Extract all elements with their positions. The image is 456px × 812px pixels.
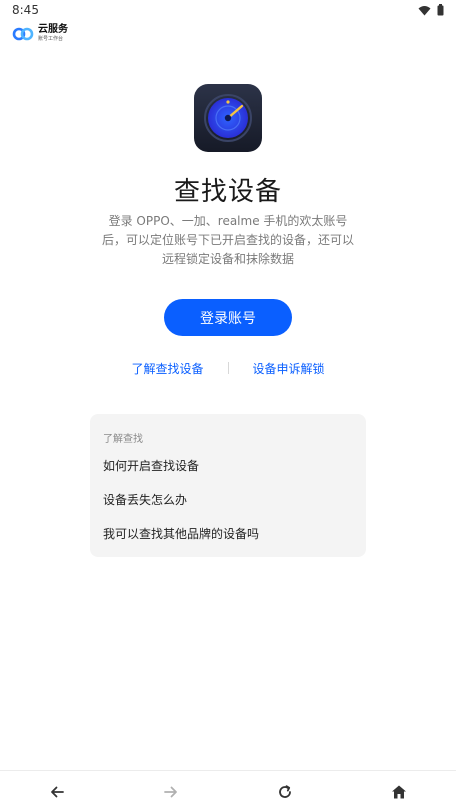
bottom-nav (0, 770, 456, 812)
page-title: 查找设备 (173, 177, 282, 207)
faq-heading: 了解查找 (103, 434, 143, 445)
faq-item-device-lost[interactable]: 设备丢失怎么办 (103, 493, 353, 527)
home-icon (392, 785, 406, 798)
page-description: 登录 OPPO、一加、realme 手机的欢太账号后，可以定位账号下已开启查找的… (101, 214, 354, 266)
refresh-icon (279, 784, 291, 798)
app-brand: 云服务 账号工作台 (12, 24, 68, 42)
learn-find-device-link[interactable]: 了解查找设备 (131, 360, 203, 377)
refresh-button[interactable] (265, 772, 305, 812)
find-device-radar-icon (194, 84, 262, 152)
faq-card: 了解查找 如何开启查找设备 设备丢失怎么办 我可以查找其他品牌的设备吗 (90, 414, 366, 557)
status-time: 8:45 (12, 3, 39, 17)
links-divider (227, 362, 229, 374)
status-bar: 8:45 (0, 0, 456, 20)
forward-button[interactable] (151, 772, 191, 812)
cloud-infinity-logo-icon (12, 27, 34, 41)
back-button[interactable] (37, 772, 77, 812)
home-button[interactable] (379, 772, 419, 812)
device-appeal-unlock-link[interactable]: 设备申诉解锁 (253, 360, 325, 377)
faq-item-other-brands[interactable]: 我可以查找其他品牌的设备吗 (103, 527, 353, 561)
battery-icon (437, 4, 444, 16)
status-icons (418, 4, 444, 16)
help-links: 了解查找设备 设备申诉解锁 (0, 359, 456, 377)
faq-item-enable-find[interactable]: 如何开启查找设备 (103, 459, 353, 493)
forward-arrow-icon (164, 786, 177, 797)
wifi-icon (418, 5, 431, 15)
back-arrow-icon (51, 786, 64, 797)
brand-subtitle: 账号工作台 (38, 35, 64, 42)
brand-name: 云服务 (38, 23, 68, 35)
login-button[interactable]: 登录账号 (164, 299, 292, 336)
